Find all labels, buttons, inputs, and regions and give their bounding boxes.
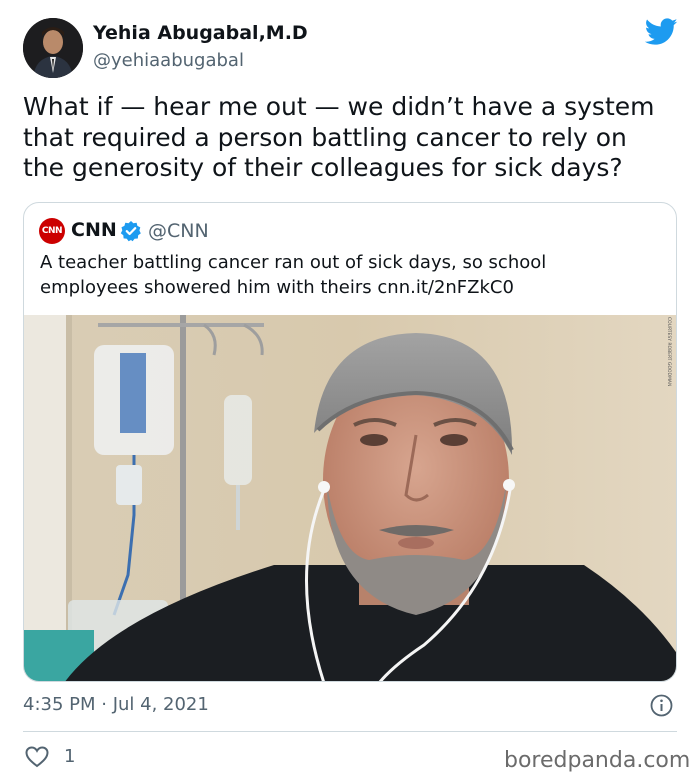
info-icon[interactable] xyxy=(650,694,673,717)
quoted-tweet-line[interactable]: employees showered him with theirs cnn.i… xyxy=(40,275,660,300)
author-name[interactable]: Yehia Abugabal,M.D xyxy=(93,22,308,44)
watermark: boredpanda.com xyxy=(504,748,691,773)
tweet-text: What if — hear me out — we didn’t have a… xyxy=(23,92,683,184)
divider xyxy=(23,731,677,732)
quoted-author-name[interactable]: CNN xyxy=(71,219,117,241)
heart-icon[interactable] xyxy=(25,746,49,768)
verified-badge-icon xyxy=(120,220,142,242)
tweet-timestamp[interactable]: 4:35 PM · Jul 4, 2021 xyxy=(23,694,209,715)
tweet-line: the generosity of their colleagues for s… xyxy=(23,153,623,182)
twitter-bird-icon[interactable] xyxy=(644,18,678,46)
quoted-tweet-card[interactable]: CNN CNN @CNN A teacher battling cancer r… xyxy=(23,202,677,682)
quoted-tweet-text: A teacher battling cancer ran out of sic… xyxy=(40,250,660,300)
quoted-tweet-line: A teacher battling cancer ran out of sic… xyxy=(40,252,547,273)
quoted-tweet-photo[interactable]: COURTESY ROBERT GOODMAN xyxy=(24,315,676,681)
author-handle[interactable]: @yehiaabugabal xyxy=(93,50,244,71)
tweet-line: What if — hear me out — we didn’t have a… xyxy=(23,92,655,121)
tweet-line: that required a person battling cancer t… xyxy=(23,122,627,152)
photo-credit: COURTESY ROBERT GOODMAN xyxy=(666,317,672,386)
author-avatar[interactable] xyxy=(23,18,83,78)
cnn-logo[interactable]: CNN xyxy=(39,218,65,244)
like-count: 1 xyxy=(64,746,76,767)
quoted-author-handle[interactable]: @CNN xyxy=(148,220,209,242)
